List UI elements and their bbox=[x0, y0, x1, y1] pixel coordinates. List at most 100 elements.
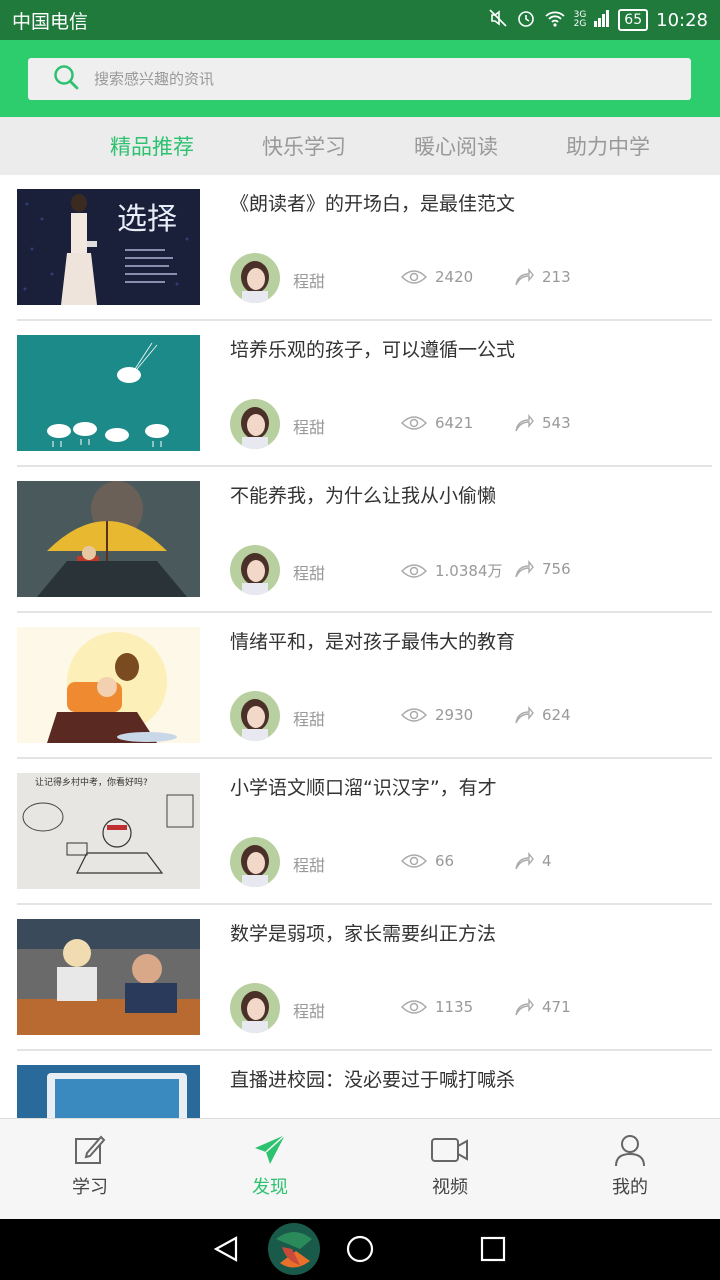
view-count-value: 6421 bbox=[435, 414, 474, 432]
nav-video[interactable]: 视频 bbox=[360, 1119, 540, 1219]
share-count-value: 756 bbox=[542, 560, 571, 578]
recent-apps-icon bbox=[480, 1236, 506, 1262]
author-avatar[interactable] bbox=[230, 983, 280, 1033]
author-avatar[interactable] bbox=[230, 837, 280, 887]
tab-warm-reading[interactable]: 暖心阅读 bbox=[414, 131, 498, 161]
list-item[interactable]: 培养乐观的孩子，可以遵循一公式 程甜 6421 543 bbox=[17, 321, 712, 467]
share-count[interactable]: 543 bbox=[514, 414, 571, 432]
list-item[interactable]: 让记得乡村中考，你看好吗? 小学语文顺口溜“识汉字”，有才 程甜 66 4 bbox=[17, 759, 712, 905]
home-icon bbox=[346, 1235, 374, 1263]
status-icons: 3G 2G 65 10:28 bbox=[488, 8, 708, 33]
user-icon bbox=[615, 1135, 645, 1167]
nav-profile[interactable]: 我的 bbox=[540, 1119, 720, 1219]
share-arrow-icon bbox=[515, 852, 534, 870]
share-count[interactable]: 624 bbox=[514, 706, 571, 724]
author-name: 程甜 bbox=[293, 418, 326, 437]
article-title[interactable]: 培养乐观的孩子，可以遵循一公式 bbox=[230, 335, 515, 362]
search-input[interactable] bbox=[94, 70, 654, 88]
article-title[interactable]: 不能养我，为什么让我从小偷懒 bbox=[230, 481, 496, 508]
carrier-name: 中国电信 bbox=[12, 10, 89, 33]
list-item[interactable]: 不能养我，为什么让我从小偷懒 程甜 1.0384万 756 bbox=[17, 467, 712, 613]
nav-study[interactable]: 学习 bbox=[0, 1119, 180, 1219]
article-title[interactable]: 《朗读者》的开场白，是最佳范文 bbox=[230, 189, 515, 216]
article-thumbnail[interactable] bbox=[17, 481, 200, 597]
share-count[interactable]: 4 bbox=[514, 852, 552, 870]
thumbnail-caption: 选择 bbox=[117, 202, 177, 237]
mute-icon bbox=[488, 8, 508, 33]
share-count-value: 543 bbox=[542, 414, 571, 432]
network-type: 3G 2G bbox=[574, 11, 587, 29]
share-arrow-icon bbox=[515, 998, 534, 1016]
system-navigation-bar bbox=[0, 1219, 720, 1280]
view-count: 2420 bbox=[401, 268, 473, 286]
author-name: 程甜 bbox=[293, 710, 326, 729]
view-count: 1.0384万 bbox=[401, 560, 503, 581]
eye-icon bbox=[401, 708, 427, 722]
author-name: 程甜 bbox=[293, 1002, 326, 1021]
back-icon bbox=[213, 1236, 238, 1262]
app-header bbox=[0, 40, 720, 117]
author-name: 程甜 bbox=[293, 564, 326, 583]
article-thumbnail[interactable] bbox=[17, 919, 200, 1035]
article-title[interactable]: 直播进校园：没必要过于喊打喊杀 bbox=[230, 1065, 515, 1092]
share-count[interactable]: 213 bbox=[514, 268, 571, 286]
eye-icon bbox=[401, 854, 427, 868]
share-count[interactable]: 756 bbox=[514, 560, 571, 578]
tab-middle-school[interactable]: 助力中学 bbox=[566, 131, 650, 161]
article-title[interactable]: 小学语文顺口溜“识汉字”，有才 bbox=[230, 773, 497, 800]
article-thumbnail[interactable] bbox=[17, 1065, 200, 1118]
edit-icon bbox=[75, 1135, 106, 1164]
status-bar: 中国电信 3G 2G 65 10:28 bbox=[0, 0, 720, 40]
view-count-value: 2930 bbox=[435, 706, 474, 724]
nav-discover-label: 发现 bbox=[252, 1177, 288, 1198]
list-item[interactable]: 直播进校园：没必要过于喊打喊杀 bbox=[17, 1051, 712, 1118]
clock: 10:28 bbox=[656, 9, 708, 31]
author-avatar[interactable] bbox=[230, 399, 280, 449]
view-count: 66 bbox=[401, 852, 454, 870]
list-item[interactable]: 选择 《朗读者》的开场白，是最佳范文 程甜 2420 213 bbox=[17, 175, 712, 321]
article-thumbnail[interactable]: 选择 bbox=[17, 189, 200, 305]
nav-discover[interactable]: 发现 bbox=[180, 1119, 360, 1219]
view-count: 6421 bbox=[401, 414, 473, 432]
tab-happy-learning[interactable]: 快乐学习 bbox=[262, 131, 346, 161]
view-count-value: 1135 bbox=[435, 998, 474, 1016]
author-avatar[interactable] bbox=[230, 691, 280, 741]
article-title[interactable]: 数学是弱项，家长需要纠正方法 bbox=[230, 919, 496, 946]
share-arrow-icon bbox=[515, 414, 534, 432]
share-count-value: 213 bbox=[542, 268, 571, 286]
author-avatar[interactable] bbox=[230, 545, 280, 595]
eye-icon bbox=[401, 416, 427, 430]
nav-study-label: 学习 bbox=[72, 1177, 108, 1198]
author-name: 程甜 bbox=[293, 272, 326, 291]
eye-icon bbox=[401, 1000, 427, 1014]
bottom-navigation: 学习 发现 视频 我的 bbox=[0, 1118, 720, 1219]
article-thumbnail[interactable]: 让记得乡村中考，你看好吗? bbox=[17, 773, 200, 889]
network-type-bottom: 2G bbox=[573, 19, 587, 29]
view-count-value: 2420 bbox=[435, 268, 474, 286]
view-count: 1135 bbox=[401, 998, 473, 1016]
list-item[interactable]: 情绪平和，是对孩子最伟大的教育 程甜 2930 624 bbox=[17, 613, 712, 759]
app-logo bbox=[268, 1223, 320, 1275]
search-bar[interactable] bbox=[28, 58, 691, 100]
article-thumbnail[interactable] bbox=[17, 335, 200, 451]
share-count[interactable]: 471 bbox=[514, 998, 571, 1016]
share-arrow-icon bbox=[515, 268, 534, 286]
eye-icon bbox=[401, 270, 427, 284]
author-avatar[interactable] bbox=[230, 253, 280, 303]
share-count-value: 624 bbox=[542, 706, 571, 724]
share-arrow-icon bbox=[515, 706, 534, 724]
article-title[interactable]: 情绪平和，是对孩子最伟大的教育 bbox=[230, 627, 515, 654]
share-count-value: 4 bbox=[542, 852, 552, 870]
eye-icon bbox=[401, 563, 427, 578]
author-name: 程甜 bbox=[293, 856, 326, 875]
article-feed[interactable]: 选择 《朗读者》的开场白，是最佳范文 程甜 2420 213 培养乐观的孩子，可… bbox=[0, 175, 720, 1118]
list-item[interactable]: 数学是弱项，家长需要纠正方法 程甜 1135 471 bbox=[17, 905, 712, 1051]
nav-profile-label: 我的 bbox=[612, 1177, 648, 1198]
share-count-value: 471 bbox=[542, 998, 571, 1016]
signal-icon bbox=[594, 9, 610, 32]
article-thumbnail[interactable] bbox=[17, 627, 200, 743]
view-count: 2930 bbox=[401, 706, 473, 724]
video-camera-icon bbox=[431, 1138, 468, 1162]
tab-featured[interactable]: 精品推荐 bbox=[110, 131, 194, 161]
category-tabs: 精品推荐 快乐学习 暖心阅读 助力中学 bbox=[0, 117, 720, 175]
